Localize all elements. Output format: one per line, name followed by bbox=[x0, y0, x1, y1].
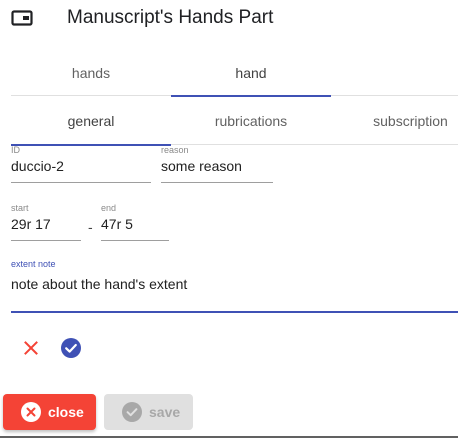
close-icon bbox=[23, 340, 39, 361]
field-underline bbox=[11, 240, 81, 241]
start-field[interactable]: start 29r 17 bbox=[11, 203, 81, 243]
range-separator: - bbox=[88, 219, 93, 235]
tab-label: hand bbox=[235, 65, 267, 81]
window-icon bbox=[11, 10, 33, 26]
id-label: ID bbox=[11, 145, 20, 155]
page-title: Manuscript's Hands Part bbox=[67, 7, 274, 28]
bottom-divider bbox=[0, 436, 458, 438]
cancel-button[interactable] bbox=[19, 338, 43, 362]
check-circle-icon bbox=[60, 337, 82, 364]
end-value: 47r 5 bbox=[101, 216, 133, 232]
field-underline bbox=[101, 240, 169, 241]
extent-note-label: extent note bbox=[11, 259, 56, 269]
primary-tab-bar: hands hand bbox=[11, 50, 458, 97]
tab-hand[interactable]: hand bbox=[171, 50, 331, 97]
close-button-label: close bbox=[48, 404, 84, 420]
end-field[interactable]: end 47r 5 bbox=[101, 203, 169, 243]
save-button-label: save bbox=[149, 404, 181, 420]
tab-general[interactable]: general bbox=[11, 96, 171, 146]
tab-hands[interactable]: hands bbox=[11, 50, 171, 96]
field-underline-focused bbox=[11, 311, 458, 313]
reason-label: reason bbox=[161, 145, 189, 155]
field-underline bbox=[11, 182, 151, 183]
tab-label: subscription bbox=[373, 112, 448, 129]
id-field[interactable]: ID duccio-2 bbox=[11, 145, 151, 185]
extent-note-field[interactable]: extent note note about the hand's extent bbox=[11, 258, 458, 314]
start-label: start bbox=[11, 203, 29, 213]
tab-label: general bbox=[67, 112, 115, 129]
close-button[interactable]: close bbox=[3, 394, 96, 430]
cancel-circle-icon bbox=[21, 402, 41, 422]
tab-rubrications[interactable]: rubrications bbox=[171, 96, 331, 145]
field-underline bbox=[161, 182, 273, 183]
extent-note-value: note about the hand's extent bbox=[11, 276, 188, 292]
id-value: duccio-2 bbox=[11, 158, 64, 174]
end-label: end bbox=[101, 203, 117, 213]
secondary-tab-bar: general rubrications subscription bbox=[11, 96, 458, 146]
start-value: 29r 17 bbox=[11, 216, 51, 232]
check-circle-icon bbox=[122, 402, 142, 422]
reason-value: some reason bbox=[161, 158, 242, 174]
reason-field[interactable]: reason some reason bbox=[161, 145, 273, 185]
dialog-header: Manuscript's Hands Part bbox=[11, 4, 273, 32]
tab-label: rubrications bbox=[214, 112, 288, 129]
confirm-button[interactable] bbox=[59, 337, 83, 364]
save-button[interactable]: save bbox=[104, 394, 193, 430]
tab-subscription[interactable]: subscription bbox=[331, 96, 458, 145]
tab-label: hands bbox=[71, 65, 111, 81]
